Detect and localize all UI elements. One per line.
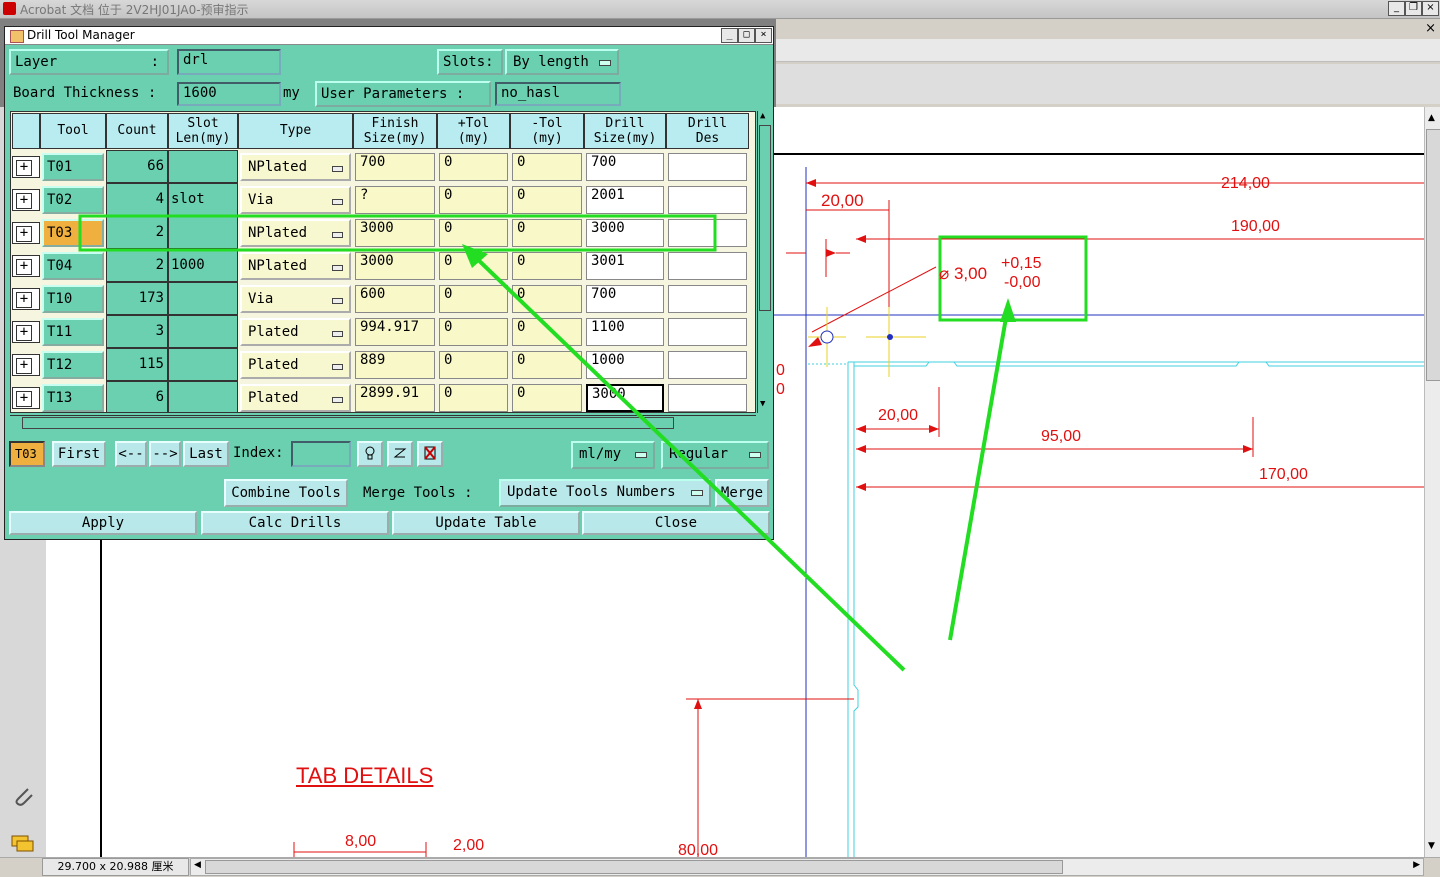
annotation-arrowhead-right bbox=[1000, 298, 1016, 322]
annotation-arrow-left bbox=[468, 250, 906, 672]
annotation-overlay bbox=[78, 214, 1016, 672]
annotation-arrow-right bbox=[948, 311, 1009, 641]
annotation-row-highlight bbox=[78, 214, 717, 252]
